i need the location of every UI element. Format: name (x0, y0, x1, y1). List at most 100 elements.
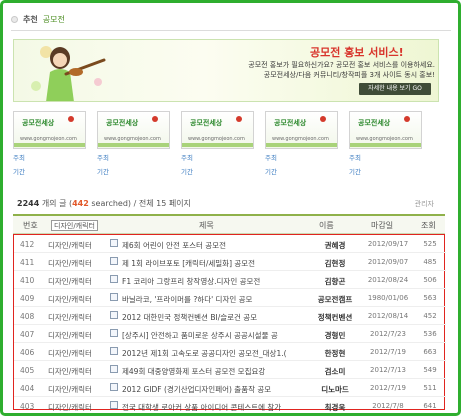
admin-link[interactable]: 관리자 (415, 199, 434, 209)
section-subtitle[interactable]: 공모전 (43, 14, 65, 25)
row-author: 최경욱 (324, 403, 346, 412)
row-deadline: 2012/7/19 (370, 384, 406, 392)
card-logo: 공모전세상 (358, 119, 391, 127)
row-title[interactable]: 제 1회 라이브포토 [캐릭터/세밀화] 공모전 (122, 258, 308, 269)
row-views: 641 (423, 402, 437, 410)
row-checkbox[interactable] (110, 365, 118, 373)
row-title[interactable]: 제6회 어린이 안전 포스터 공모전 (122, 240, 308, 251)
header-no: 번호 (23, 221, 38, 230)
row-title[interactable]: F1 코리아 그랑프리 창작영상.디자인 공모전 (122, 276, 308, 287)
row-deadline: 2012/08/14 (367, 312, 409, 320)
row-category[interactable]: 디자인/캐릭터 (48, 294, 102, 305)
card-thumbnail[interactable]: 공모전세상 www.gongmojeon.com (13, 111, 86, 149)
row-title[interactable]: 바닐라코, '프라이머를 ?하다' 디자인 공모 (122, 294, 308, 305)
row-deadline: 1980/01/06 (367, 294, 409, 302)
card-period-label: 기간 (265, 168, 277, 176)
row-author: 경형민 (324, 331, 346, 340)
card-thumbnail[interactable]: 공모전세상 www.gongmojeon.com (349, 111, 422, 149)
row-author: 공모전캠프 (317, 295, 353, 304)
row-title[interactable]: 2012 GIDF (경기산업디자인페어) 출품작 공모 (122, 384, 308, 395)
row-checkbox[interactable] (110, 329, 118, 337)
table-row[interactable]: 408 디자인/캐릭터 2012 대한민국 정책컨벤션 BI/슬로건 공모 정책… (14, 307, 446, 325)
recommend-card[interactable]: 공모전세상 www.gongmojeon.com 주최 기간 (349, 111, 422, 177)
row-category[interactable]: 디자인/캐릭터 (48, 240, 102, 251)
row-category[interactable]: 디자인/캐릭터 (48, 330, 102, 341)
table-row[interactable]: 403 디자인/캐릭터 전국 대학생 로아커 상품 아이디어 콘테스트에 참가 … (14, 397, 446, 413)
row-views: 536 (423, 330, 437, 338)
banner-detail-button[interactable]: 자세한 내용 보기 GO (359, 83, 431, 95)
card-period-label: 기간 (181, 168, 193, 176)
table-row[interactable]: 406 디자인/캐릭터 2012년 제1회 고속도로 공공디자인 공모전_대상1… (14, 343, 446, 361)
row-author: 한정현 (324, 349, 346, 358)
card-url: www.gongmojeon.com (356, 136, 413, 142)
table-header: 번호 디자인/캐릭터 제목 이름 마감일 조회 (13, 214, 445, 234)
row-checkbox[interactable] (110, 293, 118, 301)
card-host-label: 주최 (97, 154, 109, 162)
ladybug-icon (152, 116, 158, 122)
bullet-icon (11, 16, 18, 23)
section-title: 추천 (23, 15, 38, 24)
card-logo: 공모전세상 (106, 119, 139, 127)
row-title[interactable]: 전국 대학생 로아커 상품 아이디어 콘테스트에 참가 (122, 402, 308, 413)
table-row[interactable]: 410 디자인/캐릭터 F1 코리아 그랑프리 창작영상.디자인 공모전 김향곤… (14, 271, 446, 289)
category-select[interactable]: 디자인/캐릭터 (51, 220, 98, 231)
recommend-card[interactable]: 공모전세상 www.gongmojeon.com 주최 기간 (13, 111, 86, 177)
recommend-card[interactable]: 공모전세상 www.gongmojeon.com 주최 기간 (265, 111, 338, 177)
row-title[interactable]: 2012 대한민국 정책컨벤션 BI/슬로건 공모 (122, 312, 308, 323)
row-no: 406 (20, 348, 35, 357)
section-header: 추천 공모전 (11, 9, 451, 31)
table-row[interactable]: 409 디자인/캐릭터 바닐라코, '프라이머를 ?하다' 디자인 공모 공모전… (14, 289, 446, 307)
row-title[interactable]: 제49회 대중양영화제 포스터 공모전 모집요강 (122, 366, 308, 377)
row-checkbox[interactable] (110, 275, 118, 283)
row-category[interactable]: 디자인/캐릭터 (48, 384, 102, 395)
row-checkbox[interactable] (110, 401, 118, 409)
table-row[interactable]: 411 디자인/캐릭터 제 1회 라이브포토 [캐릭터/세밀화] 공모전 김현정… (14, 253, 446, 271)
card-thumbnail[interactable]: 공모전세상 www.gongmojeon.com (97, 111, 170, 149)
searched-suffix: searched) (91, 199, 132, 208)
row-checkbox[interactable] (110, 383, 118, 391)
row-category[interactable]: 디자인/캐릭터 (48, 276, 102, 287)
card-logo: 공모전세상 (190, 119, 223, 127)
card-period-label: 기간 (349, 168, 361, 176)
row-no: 405 (20, 366, 35, 375)
card-period-label: 기간 (97, 168, 109, 176)
grass-decoration (266, 143, 337, 147)
row-views: 511 (423, 384, 437, 392)
row-category[interactable]: 디자인/캐릭터 (48, 312, 102, 323)
table-row[interactable]: 405 디자인/캐릭터 제49회 대중양영화제 포스터 공모전 모집요강 검소미… (14, 361, 446, 379)
row-checkbox[interactable] (110, 347, 118, 355)
row-author: 김현정 (324, 259, 346, 268)
row-checkbox[interactable] (110, 311, 118, 319)
row-author: 김향곤 (324, 277, 346, 286)
row-category[interactable]: 디자인/캐릭터 (48, 258, 102, 269)
card-thumbnail[interactable]: 공모전세상 www.gongmojeon.com (181, 111, 254, 149)
row-deadline: 2012/7/13 (370, 366, 406, 374)
row-no: 410 (20, 276, 35, 285)
table-row[interactable]: 412 디자인/캐릭터 제6회 어린이 안전 포스터 공모전 권혜경 2012/… (14, 235, 446, 253)
header-views: 조회 (421, 221, 436, 230)
row-category[interactable]: 디자인/캐릭터 (48, 366, 102, 377)
row-category[interactable]: 디자인/캐릭터 (48, 402, 102, 413)
row-views: 485 (423, 258, 437, 266)
ladybug-icon (320, 116, 326, 122)
grass-decoration (350, 143, 421, 147)
row-checkbox[interactable] (110, 239, 118, 247)
row-title[interactable]: [상주시] 안전하고 품미로운 상주시 공공시설물 공 (122, 330, 308, 341)
row-views: 549 (423, 366, 437, 374)
ladybug-icon (404, 116, 410, 122)
card-host-label: 주최 (349, 154, 361, 162)
recommend-card[interactable]: 공모전세상 www.gongmojeon.com 주최 기간 (97, 111, 170, 177)
recommend-card[interactable]: 공모전세상 www.gongmojeon.com 주최 기간 (181, 111, 254, 177)
row-views: 506 (423, 276, 437, 284)
recommended-cards: 공모전세상 www.gongmojeon.com 주최 기간 공모전세상 www… (13, 111, 443, 177)
card-host-label: 주최 (13, 154, 25, 162)
row-category[interactable]: 디자인/캐릭터 (48, 348, 102, 359)
card-thumbnail[interactable]: 공모전세상 www.gongmojeon.com (265, 111, 338, 149)
table-row[interactable]: 407 디자인/캐릭터 [상주시] 안전하고 품미로운 상주시 공공시설물 공 … (14, 325, 446, 343)
row-no: 404 (20, 384, 35, 393)
table-row[interactable]: 404 디자인/캐릭터 2012 GIDF (경기산업디자인페어) 출품작 공모… (14, 379, 446, 397)
row-checkbox[interactable] (110, 257, 118, 265)
ladybug-icon (236, 116, 242, 122)
row-title[interactable]: 2012년 제1회 고속도로 공공디자인 공모전_대상1.( (122, 348, 308, 359)
page-info: / 전체 15 페이지 (133, 199, 191, 208)
